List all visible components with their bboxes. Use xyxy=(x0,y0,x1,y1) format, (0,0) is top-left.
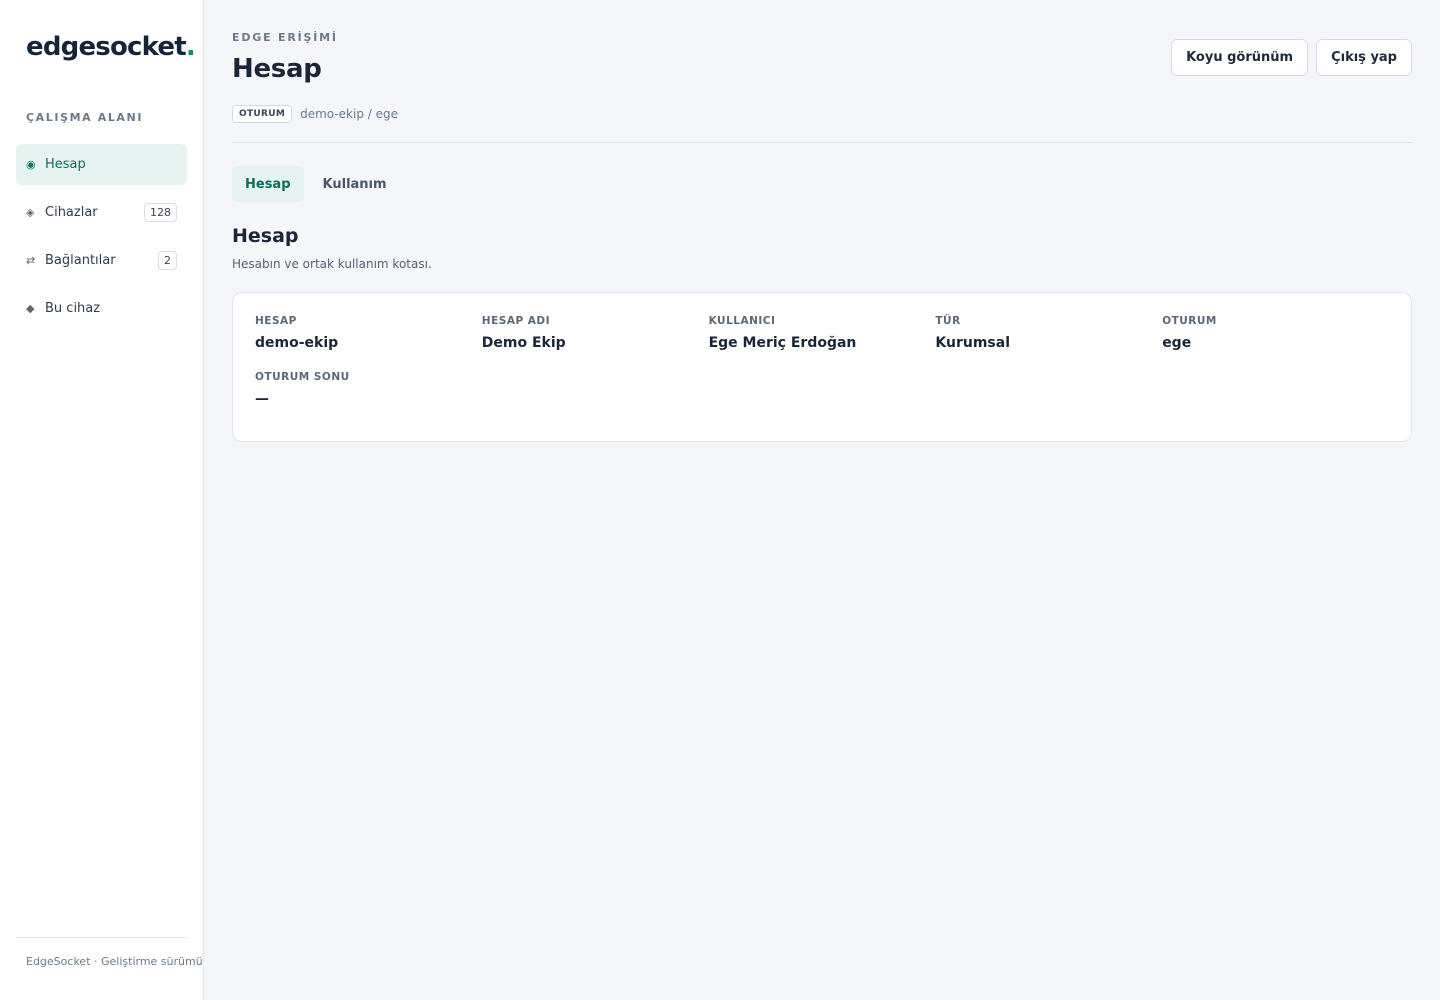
account-field: HESAP demo-ekip xyxy=(255,315,482,351)
sidebar-section-label: ÇALIŞMA ALANI xyxy=(26,111,144,124)
field-label: HESAP xyxy=(255,315,297,327)
field-label: OTURUM xyxy=(1162,315,1217,327)
logout-button[interactable]: Çıkış yap xyxy=(1316,39,1412,76)
account-field: TÜR Kurumsal xyxy=(935,315,1162,351)
account-field: KULLANICI Ege Meriç Erdoğan xyxy=(709,315,936,351)
tab-bar: Hesap Kullanım xyxy=(232,166,400,202)
account-card: HESAP demo-ekip HESAP ADI Demo Ekip KULLANIC… xyxy=(232,292,1412,442)
header-divider xyxy=(232,142,1412,143)
field-value: Ege Meriç Erdoğan xyxy=(708,335,857,351)
account-icon: ◉ xyxy=(26,158,36,171)
connections-icon: ⇄ xyxy=(26,254,36,267)
this-device-icon: ◆ xyxy=(26,302,35,315)
sidebar-item-label: Hesap xyxy=(45,157,86,172)
main-content: EDGE ERİŞİMİ Hesap Koyu görünüm Çıkış ya… xyxy=(204,0,1440,1000)
account-field: HESAP ADI Demo Ekip xyxy=(482,315,709,351)
session-info: OTURUM demo-ekip / ege xyxy=(232,105,398,123)
field-value: Kurumsal xyxy=(935,335,1010,351)
field-value: demo-ekip xyxy=(255,335,339,351)
dark-mode-button[interactable]: Koyu görünüm xyxy=(1171,39,1309,76)
account-field: OTURUM SONU — xyxy=(255,371,482,407)
header-actions: Koyu görünüm Çıkış yap xyxy=(1171,39,1412,76)
tab-0[interactable]: Hesap xyxy=(232,166,304,202)
count-badge: 128 xyxy=(144,203,177,222)
account-fields-grid: HESAP demo-ekip HESAP ADI Demo Ekip KULLANIC… xyxy=(255,315,1389,407)
account-field: OTURUM ege xyxy=(1162,315,1389,351)
sidebar-item-2[interactable]: ⇄ Bağlantılar 2 xyxy=(16,240,187,281)
tab-1[interactable]: Kullanım xyxy=(310,166,400,202)
sidebar-item-label: Bağlantılar xyxy=(45,253,116,268)
logo: edgesocket. xyxy=(26,32,196,62)
field-value: — xyxy=(255,391,269,407)
field-label: HESAP ADI xyxy=(481,315,551,327)
sidebar: edgesocket. ÇALIŞMA ALANI ◉ Hesap ◈ Cihazla… xyxy=(0,0,204,1000)
session-badge: OTURUM xyxy=(232,105,293,123)
logo-dot: . xyxy=(185,32,196,62)
page-eyebrow: EDGE ERİŞİMİ xyxy=(232,31,338,44)
devices-icon: ◈ xyxy=(26,206,35,219)
section-title: Hesap xyxy=(232,225,299,247)
sidebar-item-0[interactable]: ◉ Hesap xyxy=(16,144,187,185)
field-value: ege xyxy=(1162,335,1192,351)
sidebar-item-3[interactable]: ◆ Bu cihaz xyxy=(16,288,187,329)
page-title: Hesap xyxy=(232,54,322,84)
count-badge: 2 xyxy=(158,251,177,270)
section-subtitle: Hesabın ve ortak kullanım kotası. xyxy=(232,257,432,271)
sidebar-item-1[interactable]: ◈ Cihazlar 128 xyxy=(16,192,187,233)
app-root: edgesocket. ÇALIŞMA ALANI ◉ Hesap ◈ Cihazla… xyxy=(0,0,1440,1000)
sidebar-item-label: Bu cihaz xyxy=(45,301,101,316)
sidebar-nav: ◉ Hesap ◈ Cihazlar 128 ⇄ Bağlantılar 2 ◆ Bu cihaz xyxy=(16,144,187,336)
sidebar-item-label: Cihazlar xyxy=(45,205,98,220)
field-label: OTURUM SONU xyxy=(255,371,350,383)
field-label: TÜR xyxy=(935,315,961,327)
field-value: Demo Ekip xyxy=(481,335,566,351)
field-label: KULLANICI xyxy=(708,315,776,327)
session-path: demo-ekip / ege xyxy=(300,107,399,121)
sidebar-footer: EdgeSocket · Geliştirme sürümü xyxy=(16,937,203,968)
logo-text: edgesocket xyxy=(26,32,187,62)
